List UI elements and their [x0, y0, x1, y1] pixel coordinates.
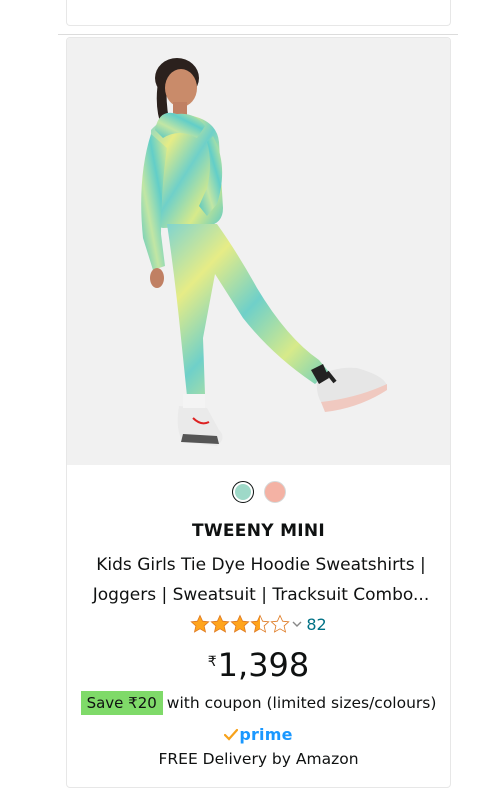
- currency-symbol: ₹: [207, 654, 217, 670]
- star-icon: [211, 615, 230, 633]
- brand-name: TWEENY MINI: [191, 521, 326, 541]
- product-image-illustration: [141, 58, 387, 446]
- product-card[interactable]: TWEENY MINI Kids Girls Tie Dye Hoodie Sw…: [66, 37, 451, 788]
- star-empty-icon: [271, 615, 290, 633]
- previous-product-card: [66, 0, 451, 26]
- price-whole: 1,398: [217, 646, 310, 684]
- star-icon: [231, 615, 250, 633]
- review-count-link[interactable]: 82: [306, 615, 326, 634]
- product-title-line-1[interactable]: Kids Girls Tie Dye Hoodie Sweatshirts |: [81, 550, 441, 580]
- prime-label: prime: [239, 725, 293, 744]
- coupon-text: with coupon (limited sizes/colours): [166, 694, 437, 712]
- delivery-info: FREE Delivery by Amazon: [158, 750, 359, 768]
- coupon-row: Save ₹20 with coupon (limited sizes/colou…: [67, 691, 450, 715]
- star-icon: [191, 615, 210, 633]
- star-half-icon: [251, 615, 270, 633]
- star-rating[interactable]: [190, 614, 290, 634]
- product-title-link[interactable]: Kids Girls Tie Dye Hoodie Sweatshirts | …: [81, 550, 441, 610]
- coupon-badge: Save ₹20: [80, 691, 163, 715]
- swatch-peach[interactable]: [263, 481, 286, 503]
- card-divider: [58, 34, 458, 35]
- swatch-mint[interactable]: [231, 481, 254, 503]
- color-swatches: [67, 481, 450, 503]
- price: ₹1,398: [67, 649, 450, 681]
- chevron-down-icon[interactable]: [292, 620, 302, 628]
- product-title-line-2[interactable]: Joggers | Sweatsuit | Tracksuit Combo...: [81, 580, 441, 610]
- product-image[interactable]: [67, 38, 450, 465]
- rating-row: 82: [67, 614, 450, 634]
- prime-badge: prime: [67, 724, 450, 744]
- prime-check-icon: [224, 728, 239, 742]
